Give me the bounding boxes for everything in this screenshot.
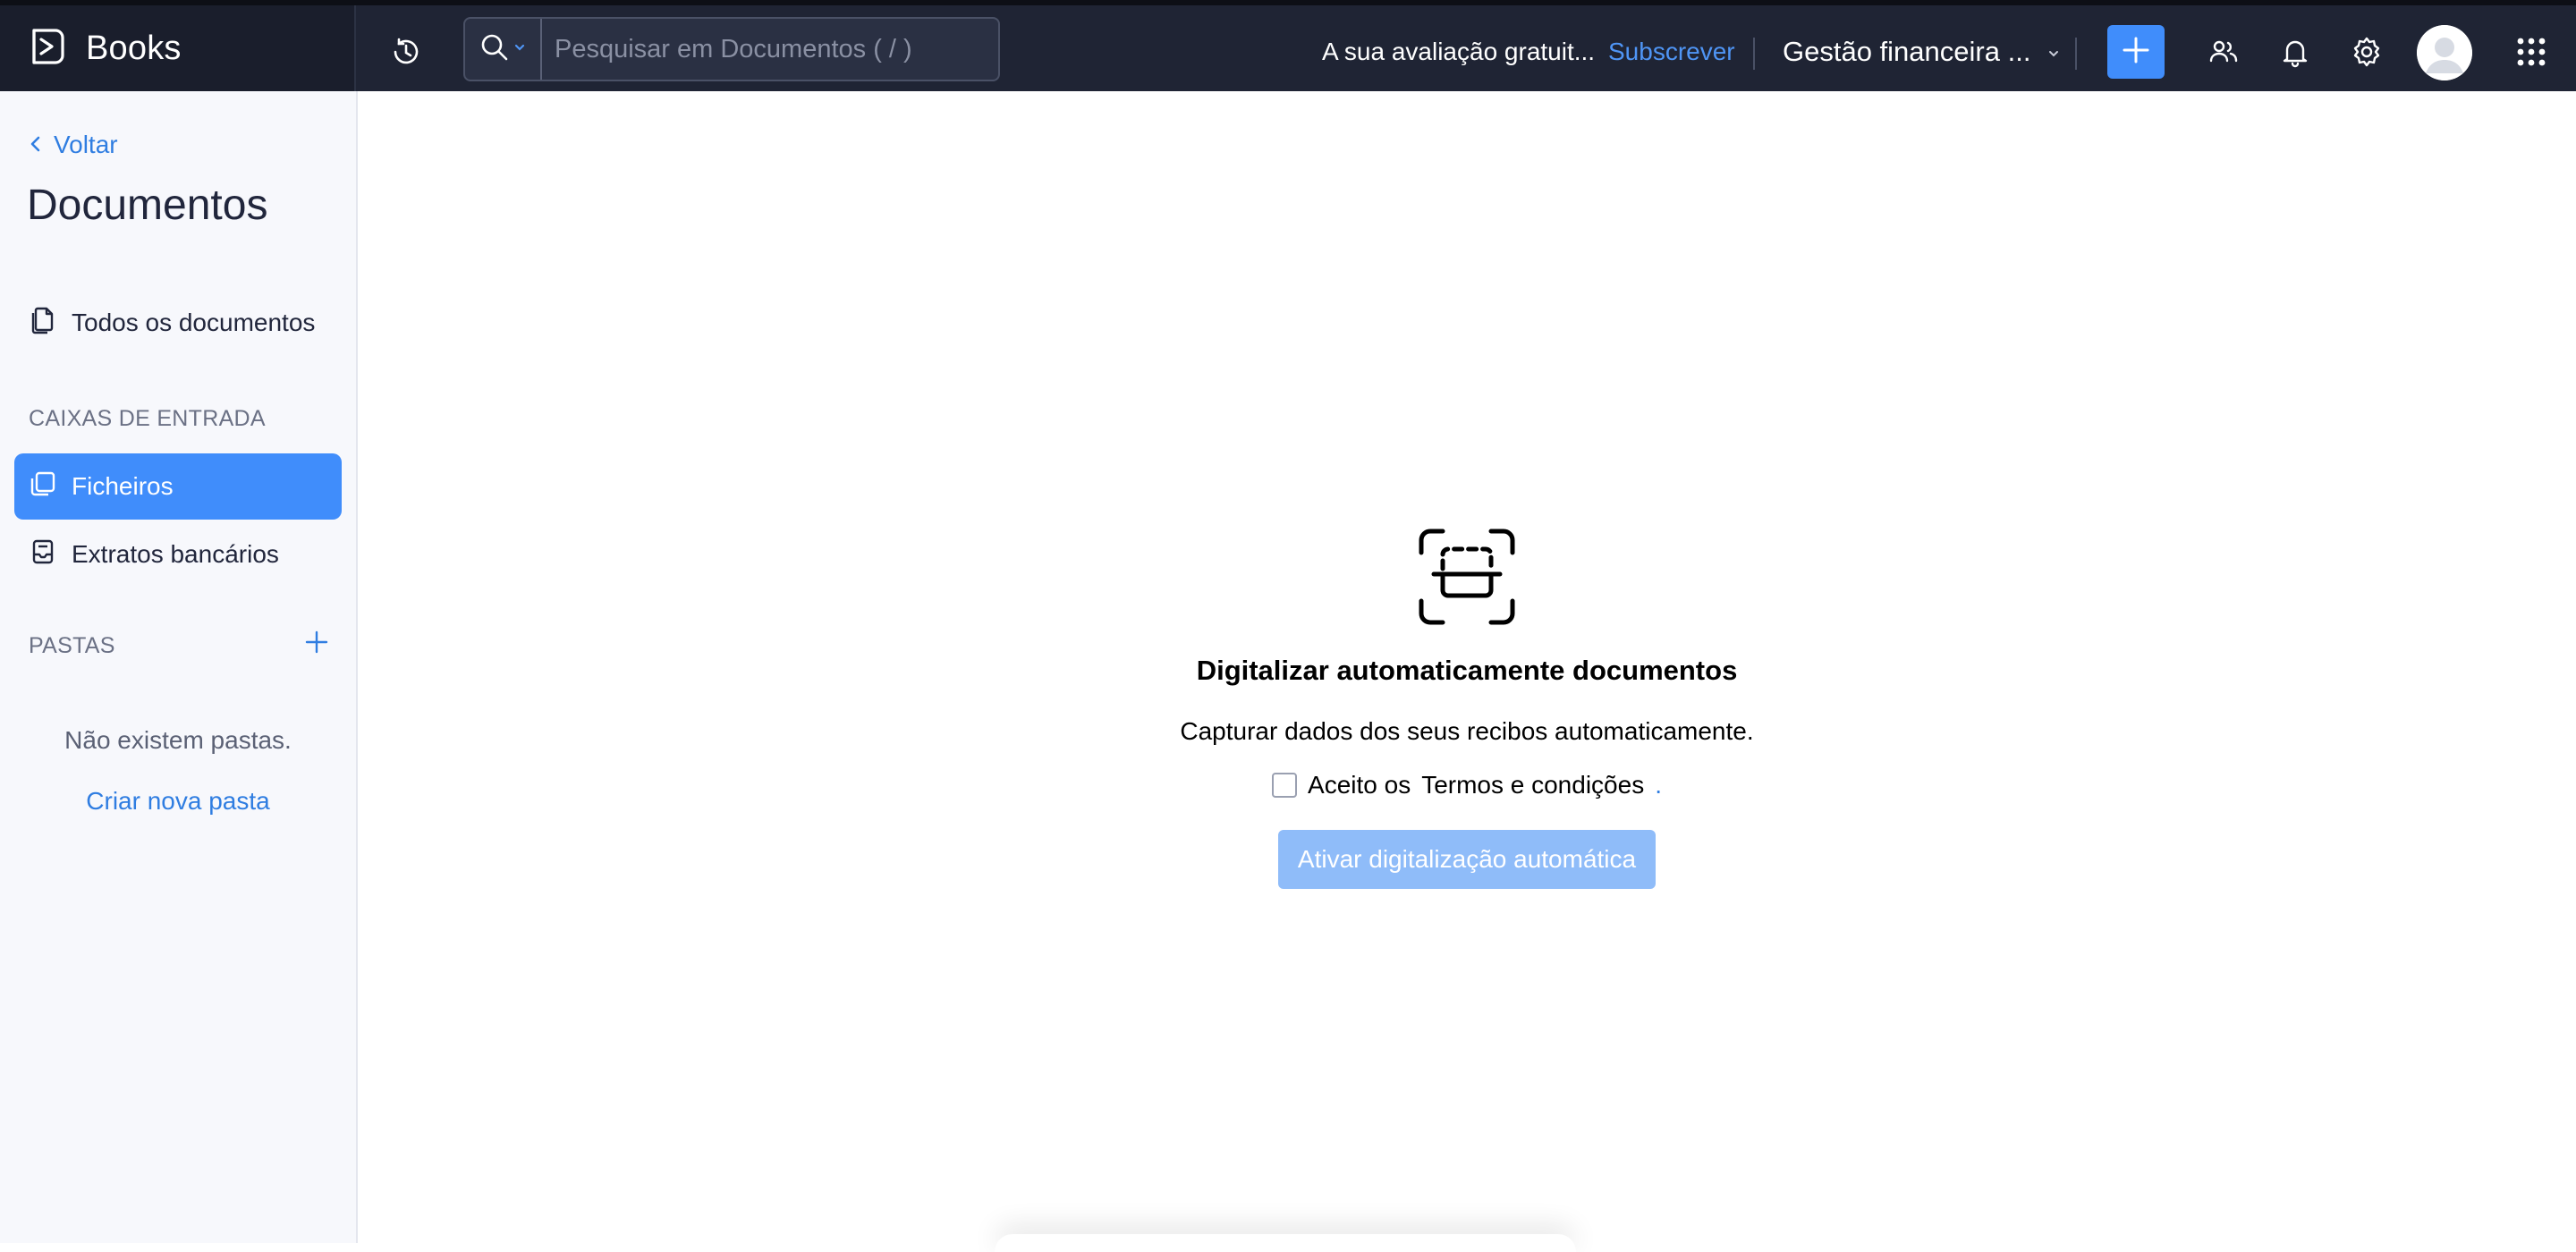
organization-switcher[interactable]: Gestão financeira ... xyxy=(1783,36,2061,68)
main-content: Digitalizar automaticamente documentos C… xyxy=(358,91,2576,1243)
documents-icon xyxy=(29,305,57,342)
create-folder-link[interactable]: Criar nova pasta xyxy=(0,787,356,816)
quick-create-button[interactable] xyxy=(2107,25,2165,79)
search-input[interactable] xyxy=(542,19,998,80)
activate-autoscan-button[interactable]: Ativar digitalização automática xyxy=(1277,830,1657,889)
empty-state-title: Digitalizar automaticamente documentos xyxy=(1196,655,1738,686)
sidebar-item-bank-statements[interactable]: Extratos bancários xyxy=(14,521,342,588)
no-folders-text: Não existem pastas. xyxy=(64,726,292,754)
subscribe-link[interactable]: Subscrever xyxy=(1608,38,1735,66)
users-icon[interactable] xyxy=(2206,34,2241,70)
inboxes-heading: CAIXAS DE ENTRADA xyxy=(29,406,266,431)
books-logo-icon xyxy=(27,25,70,72)
divider xyxy=(2075,38,2077,70)
page-title: Documentos xyxy=(27,182,268,229)
sidebar-item-label: Ficheiros xyxy=(72,472,174,500)
search-scope-button[interactable] xyxy=(465,19,542,80)
files-icon xyxy=(29,470,57,504)
floating-panel-edge xyxy=(995,1234,1576,1252)
sidebar-item-label: Todos os documentos xyxy=(72,309,316,336)
avatar[interactable] xyxy=(2417,25,2472,80)
terms-checkbox[interactable] xyxy=(1272,773,1298,798)
apps-grid-icon[interactable] xyxy=(2513,34,2549,70)
back-label: Voltar xyxy=(54,131,118,158)
chevron-down-icon xyxy=(2046,36,2061,68)
sidebar-item-all-documents[interactable]: Todos os documentos xyxy=(14,290,342,356)
trial-status-text: A sua avaliação gratuit... xyxy=(1322,38,1596,65)
autoscan-empty-state: Digitalizar automaticamente documentos C… xyxy=(358,528,2576,889)
divider xyxy=(1753,38,1755,70)
terms-suffix: . xyxy=(1655,771,1662,799)
inbox-tray-icon xyxy=(29,537,57,572)
sidebar-item-label: Extratos bancários xyxy=(72,540,279,568)
folders-heading: PASTAS xyxy=(29,633,115,658)
organization-name: Gestão financeira ... xyxy=(1783,36,2031,67)
top-bar: Books A sua avaliação gratuit... Subscre… xyxy=(0,0,2576,91)
chevron-down-icon xyxy=(513,41,526,58)
search-icon xyxy=(479,32,510,67)
terms-prefix: Aceito os xyxy=(1308,771,1411,799)
document-scan-icon xyxy=(1418,528,1516,626)
add-folder-button[interactable] xyxy=(302,630,331,658)
brand[interactable]: Books xyxy=(0,5,356,91)
plus-icon xyxy=(305,630,328,658)
gear-icon[interactable] xyxy=(2349,34,2385,70)
plus-icon xyxy=(2121,35,2151,70)
search-bar xyxy=(463,17,1000,81)
empty-state-description: Capturar dados dos seus recibos automati… xyxy=(1180,717,1754,745)
terms-agreement: Aceito os Termos e condições . xyxy=(1272,771,1662,799)
sidebar-item-files[interactable]: Ficheiros xyxy=(14,453,342,520)
app-name: Books xyxy=(86,29,182,67)
bell-icon[interactable] xyxy=(2277,34,2313,70)
terms-link[interactable]: Termos e condições xyxy=(1421,771,1644,799)
sidebar: Voltar Documentos Todos os documentos CA… xyxy=(0,91,358,1243)
history-icon[interactable] xyxy=(386,32,426,72)
back-link[interactable]: Voltar xyxy=(29,131,118,159)
chevron-left-icon xyxy=(29,131,43,159)
